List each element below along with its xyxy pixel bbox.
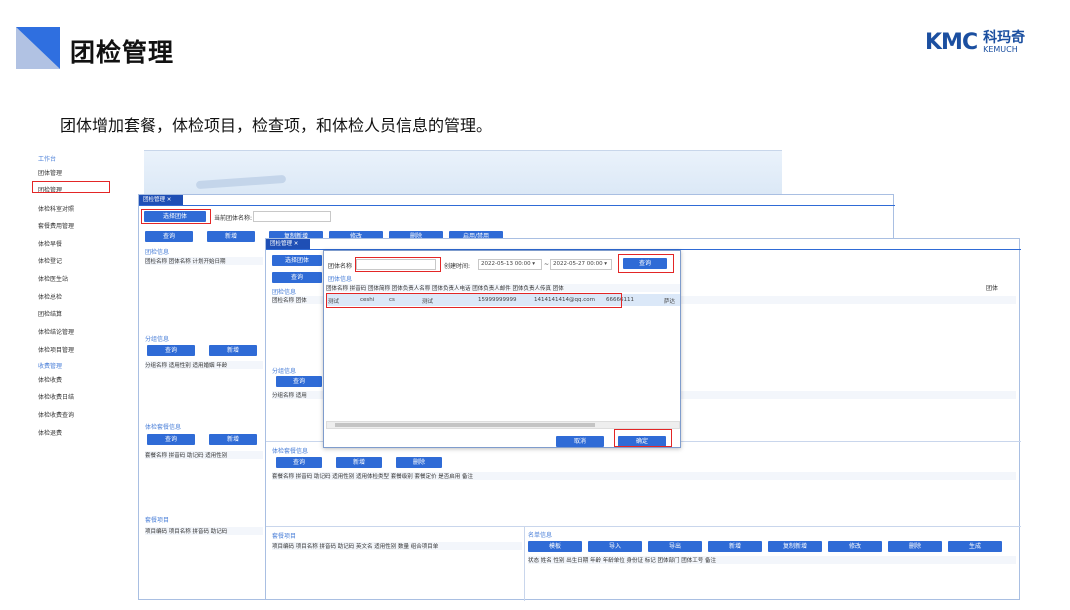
p2-pkg-table-header: 套餐名称 拼音码 助记码 适用性别 适用体检类型 套餐级别 套餐定价 是否启用 … (272, 472, 1016, 480)
dialog-row-highlight (326, 293, 622, 308)
date-to-value: 2022-05-27 00:00 (553, 261, 603, 267)
p2-sub-info-title: 分组信息 (272, 368, 297, 375)
p2-list-table-header: 状态 姓名 性别 出生日期 年龄 年龄单位 身份证 标记 团体部门 团体工号 备… (528, 556, 1016, 564)
logo-cn: 科玛奇 (983, 29, 1026, 46)
cell-other: 萨达 (664, 299, 676, 305)
p2-query-button[interactable]: 查询 (272, 272, 322, 283)
dialog-group-name-label: 团体名称 (328, 263, 353, 270)
current-group-input[interactable] (253, 211, 331, 222)
menu-item-15[interactable]: 体检收费查询 (38, 410, 74, 419)
p2-item-table-header: 项目编码 项目名称 拼音码 助记码 英文名 适用性别 数量 组合项目单 (272, 542, 522, 550)
dialog-table-header: 团体名称 拼音码 团体简称 团体负责人名称 团体负责人电话 团体负责人邮件 团体… (326, 284, 680, 292)
menu-item-12[interactable]: 收费管理 (38, 361, 62, 370)
window-2-tab[interactable]: 团检管理 ✕ (266, 239, 310, 249)
p2-list-add-button[interactable]: 新增 (708, 541, 762, 552)
window-1-tab-label: 团检管理 (143, 197, 166, 203)
p2-pkg-add-button[interactable]: 新增 (336, 457, 382, 468)
dialog-scrollbar[interactable] (326, 421, 680, 429)
menu-item-1[interactable]: 团体管理 (38, 168, 62, 177)
dialog-tilde: ~ (544, 261, 550, 268)
p1-add-button[interactable]: 新增 (207, 231, 255, 242)
p1-query-button[interactable]: 查询 (145, 231, 193, 242)
current-group-label: 当前团体名称: (214, 215, 253, 222)
slide-title: 团检管理 (70, 38, 175, 67)
p2-list-edit-button[interactable]: 修改 (828, 541, 882, 552)
p1-group-info-title: 团检信息 (145, 249, 170, 256)
menu-item-6[interactable]: 体检登记 (38, 256, 62, 265)
p2-list-title: 名单信息 (528, 532, 553, 539)
p2-pkg-query-button[interactable]: 查询 (276, 457, 322, 468)
p1-pkg-info-title: 体检套餐信息 (145, 424, 182, 431)
select-group-highlight (141, 209, 211, 224)
menu-highlight-box (32, 181, 110, 193)
logo-mark-icon: KMC (925, 29, 978, 55)
logo-en: KEMUCH (983, 44, 1018, 54)
window-1-tab[interactable]: 团检管理 ✕ (139, 195, 183, 205)
menu-item-3[interactable]: 体检科室对照 (38, 204, 74, 213)
window-2-tab-label: 团检管理 (270, 241, 293, 247)
p2-list-copy-button[interactable]: 复制新增 (768, 541, 822, 552)
menu-item-8[interactable]: 体检总检 (38, 292, 62, 301)
menu-item-5[interactable]: 体检早餐 (38, 239, 62, 248)
dialog-create-time-label: 创建时间: (444, 263, 471, 270)
p1-pkg-add-button[interactable]: 新增 (209, 434, 257, 445)
menu-item-9[interactable]: 团检结算 (38, 309, 62, 318)
p1-pkg-table-header: 套餐名称 拼音码 助记码 适用性别 (145, 451, 263, 459)
p2-list-delete-button[interactable]: 删除 (888, 541, 942, 552)
dialog-ok-highlight (614, 429, 672, 447)
menu-item-7[interactable]: 体检医生站 (38, 274, 68, 283)
dialog-cancel-button[interactable]: 取消 (556, 436, 604, 447)
p1-item-title: 套餐项目 (145, 517, 170, 524)
banner-background (144, 150, 782, 195)
menu-item-16[interactable]: 体检退费 (38, 428, 62, 437)
menu-item-11[interactable]: 体检项目管理 (38, 345, 74, 354)
p2-generate-button[interactable]: 生成 (948, 541, 1002, 552)
logo-text: 科玛奇 KEMUCH (983, 31, 1025, 54)
p1-sub-info-title: 分组信息 (145, 336, 170, 343)
p2-pkg-info-title: 体检套餐信息 (272, 448, 309, 455)
p2-right-col: 团体 (986, 285, 999, 292)
p2-pkg-delete-button[interactable]: 删除 (396, 457, 442, 468)
p1-group-table-header: 团检名称 团体名称 计划开始日期 (145, 257, 263, 265)
side-menu: 工作台 团体管理 团检管理 体检科室对照 套餐费用管理 体检早餐 体检登记 体检… (26, 150, 144, 590)
date-from-value: 2022-05-13 00:00 (481, 261, 531, 267)
menu-item-4[interactable]: 套餐费用管理 (38, 221, 74, 230)
dialog-name-highlight (355, 257, 441, 272)
menu-item-0[interactable]: 工作台 (38, 154, 56, 163)
slide-subtitle: 团体增加套餐，体检项目，检查项，和体检人员信息的管理。 (60, 116, 493, 135)
p2-item-title: 套餐项目 (272, 533, 297, 540)
p1-sub-add-button[interactable]: 新增 (209, 345, 257, 356)
menu-item-14[interactable]: 体检收费日结 (38, 392, 74, 401)
dialog-section-title: 团体信息 (328, 276, 353, 283)
select-group-dialog: 团体名称 创建时间: 2022-05-13 00:00 ▾ ~ 2022-05-… (323, 250, 681, 448)
dialog-date-from[interactable]: 2022-05-13 00:00 ▾ (478, 259, 542, 270)
p1-sub-table-header: 分组名称 适用性别 适用婚姻 年龄 (145, 361, 263, 369)
menu-item-10[interactable]: 体检结论管理 (38, 327, 74, 336)
p2-template-button[interactable]: 模板 (528, 541, 582, 552)
p1-item-table-header: 项目编码 项目名称 拼音码 助记码 (145, 527, 263, 535)
select-group-button-2[interactable]: 选择团体 (272, 255, 322, 266)
company-logo: KMC 科玛奇 KEMUCH (925, 28, 1025, 56)
dialog-date-to[interactable]: 2022-05-27 00:00 ▾ (550, 259, 612, 270)
dialog-query-highlight (618, 254, 674, 273)
p2-export-button[interactable]: 导出 (648, 541, 702, 552)
p2-group-info-title: 团检信息 (272, 289, 297, 296)
slide: 团检管理 KMC 科玛奇 KEMUCH 团体增加套餐，体检项目，检查项，和体检人… (0, 0, 1070, 610)
p1-pkg-query-button[interactable]: 查询 (147, 434, 195, 445)
menu-item-13[interactable]: 体检收费 (38, 375, 62, 384)
p1-sub-query-button[interactable]: 查询 (147, 345, 195, 356)
p2-splitter (524, 527, 525, 601)
p2-sub-query-button[interactable]: 查询 (276, 376, 322, 387)
p2-import-button[interactable]: 导入 (588, 541, 642, 552)
dialog-scroll-thumb[interactable] (335, 423, 595, 427)
